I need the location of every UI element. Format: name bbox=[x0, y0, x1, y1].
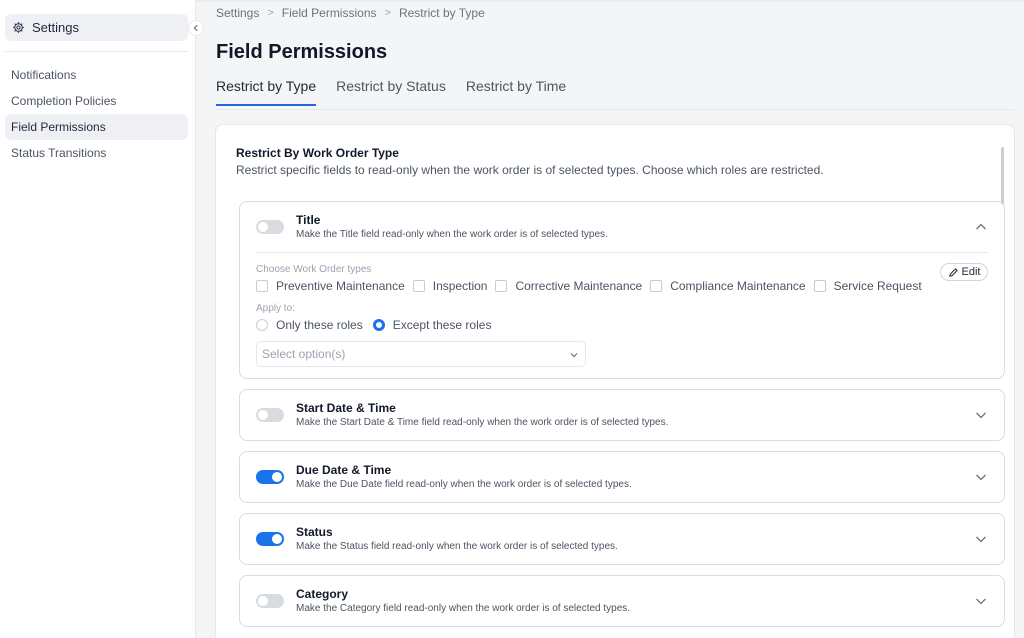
field-row-category[interactable]: Category Make the Category field read-on… bbox=[239, 575, 1005, 627]
field-row-start-date[interactable]: Start Date & Time Make the Start Date & … bbox=[239, 389, 1005, 441]
field-row-status[interactable]: Status Make the Status field read-only w… bbox=[239, 513, 1005, 565]
sidebar-item-notifications[interactable]: Notifications bbox=[5, 62, 188, 88]
restrict-card: Restrict By Work Order Type Restrict spe… bbox=[215, 124, 1015, 638]
gear-icon bbox=[13, 22, 24, 33]
field-toggle-start-date[interactable] bbox=[256, 408, 284, 422]
field-header[interactable]: Title Make the Title field read-only whe… bbox=[240, 202, 1004, 252]
roles-radio-group: Only these roles Except these roles bbox=[256, 318, 501, 332]
field-description: Make the Start Date & Time field read-on… bbox=[296, 417, 669, 428]
chevron-down-icon[interactable] bbox=[974, 408, 988, 422]
card-description: Restrict specific fields to read-only wh… bbox=[236, 163, 824, 177]
breadcrumb-field-permissions[interactable]: Field Permissions bbox=[282, 6, 377, 20]
settings-header[interactable]: Settings bbox=[5, 14, 188, 41]
checkbox-label: Service Request bbox=[833, 279, 922, 293]
field-list: Title Make the Title field read-only whe… bbox=[239, 201, 1005, 637]
page-title: Field Permissions bbox=[216, 41, 388, 63]
field-toggle-due-date[interactable] bbox=[256, 470, 284, 484]
field-title: Start Date & Time bbox=[296, 401, 396, 415]
checkbox[interactable] bbox=[256, 280, 268, 292]
sidebar-item-label: Notifications bbox=[11, 68, 77, 82]
chevron-right-icon: > bbox=[267, 7, 274, 19]
checkbox-service-request[interactable]: Service Request bbox=[813, 279, 922, 293]
field-description: Make the Title field read-only when the … bbox=[296, 229, 608, 240]
field-header[interactable]: Category Make the Category field read-on… bbox=[240, 576, 1004, 626]
breadcrumb-restrict-by-type: Restrict by Type bbox=[398, 6, 485, 20]
types-label: Choose Work Order types bbox=[256, 264, 372, 275]
checkbox[interactable] bbox=[813, 280, 826, 292]
card-title: Restrict By Work Order Type bbox=[236, 146, 399, 160]
field-description: Make the Status field read-only when the… bbox=[296, 541, 618, 552]
tabs-divider bbox=[216, 109, 1014, 110]
checkbox-label: Inspection bbox=[432, 279, 488, 293]
sidebar-nav: Notifications Completion Policies Field … bbox=[5, 62, 188, 166]
radio-circle[interactable] bbox=[372, 319, 385, 331]
checkbox[interactable] bbox=[412, 280, 425, 292]
sidebar-divider bbox=[5, 51, 188, 52]
edit-button[interactable]: Edit bbox=[940, 263, 988, 281]
field-row-due-date[interactable]: Due Date & Time Make the Due Date field … bbox=[239, 451, 1005, 503]
checkbox-label: Corrective Maintenance bbox=[515, 279, 643, 293]
chevron-up-icon[interactable] bbox=[974, 220, 988, 234]
field-description: Make the Due Date field read-only when t… bbox=[296, 479, 632, 490]
radio-label: Except these roles bbox=[392, 318, 492, 332]
field-title: Due Date & Time bbox=[296, 463, 392, 477]
field-expanded-panel: Choose Work Order types Preventive Maint… bbox=[256, 252, 988, 378]
checkbox-corrective-maintenance[interactable]: Corrective Maintenance bbox=[495, 279, 642, 293]
sidebar-item-label: Status Transitions bbox=[11, 146, 107, 160]
checkbox-inspection[interactable]: Inspection bbox=[412, 279, 488, 293]
chevron-down-icon[interactable] bbox=[974, 594, 988, 608]
pencil-icon bbox=[948, 267, 958, 277]
chevron-right-icon: > bbox=[384, 7, 391, 19]
field-description: Make the Category field read-only when t… bbox=[296, 603, 631, 614]
sidebar-item-label: Field Permissions bbox=[11, 120, 106, 134]
tab-restrict-by-type[interactable]: Restrict by Type bbox=[216, 78, 317, 106]
checkbox-preventive-maintenance[interactable]: Preventive Maintenance bbox=[256, 279, 405, 293]
tab-restrict-by-status[interactable]: Restrict by Status bbox=[336, 78, 446, 106]
main-content: Settings > Field Permissions > Restrict … bbox=[196, 0, 1024, 638]
checkbox-label: Compliance Maintenance bbox=[670, 279, 806, 293]
checkbox[interactable] bbox=[495, 280, 508, 292]
sidebar-item-status-transitions[interactable]: Status Transitions bbox=[5, 140, 188, 166]
radio-except-these-roles[interactable]: Except these roles bbox=[372, 318, 492, 332]
edit-label: Edit bbox=[961, 266, 981, 278]
collapse-sidebar-button[interactable] bbox=[188, 20, 204, 36]
radio-circle[interactable] bbox=[256, 319, 268, 331]
field-toggle-title[interactable] bbox=[256, 220, 284, 234]
radio-label: Only these roles bbox=[276, 318, 363, 332]
chevron-left-icon bbox=[193, 24, 198, 32]
roles-select[interactable]: Select option(s) bbox=[256, 341, 586, 367]
chevron-down-icon[interactable] bbox=[974, 532, 988, 546]
sidebar-item-label: Completion Policies bbox=[11, 94, 117, 108]
sidebar-item-field-permissions[interactable]: Field Permissions bbox=[5, 114, 188, 140]
sidebar: Settings Notifications Completion Polici… bbox=[0, 0, 196, 638]
radio-only-these-roles[interactable]: Only these roles bbox=[256, 318, 363, 332]
chevron-down-icon[interactable] bbox=[974, 470, 988, 484]
sidebar-item-completion-policies[interactable]: Completion Policies bbox=[5, 88, 188, 114]
top-strip bbox=[196, 0, 1024, 2]
checkbox[interactable] bbox=[650, 280, 663, 292]
field-title: Status bbox=[296, 525, 333, 539]
field-title: Category bbox=[296, 587, 349, 601]
settings-label: Settings bbox=[32, 20, 79, 35]
select-placeholder: Select option(s) bbox=[262, 347, 346, 361]
field-toggle-status[interactable] bbox=[256, 532, 284, 546]
apply-to-label: Apply to: bbox=[256, 303, 295, 314]
type-checkbox-group: Preventive Maintenance Inspection Correc… bbox=[256, 279, 930, 293]
field-title: Title bbox=[296, 213, 321, 227]
field-header[interactable]: Start Date & Time Make the Start Date & … bbox=[240, 390, 1004, 440]
checkbox-label: Preventive Maintenance bbox=[276, 279, 405, 293]
field-toggle-category[interactable] bbox=[256, 594, 284, 608]
tab-restrict-by-time[interactable]: Restrict by Time bbox=[466, 78, 566, 106]
field-header[interactable]: Due Date & Time Make the Due Date field … bbox=[240, 452, 1004, 502]
chevron-down-icon bbox=[570, 353, 578, 358]
breadcrumb-settings[interactable]: Settings bbox=[216, 6, 259, 20]
field-header[interactable]: Status Make the Status field read-only w… bbox=[240, 514, 1004, 564]
checkbox-compliance-maintenance[interactable]: Compliance Maintenance bbox=[650, 279, 806, 293]
tab-bar: Restrict by Type Restrict by Status Rest… bbox=[216, 78, 566, 106]
breadcrumb: Settings > Field Permissions > Restrict … bbox=[216, 6, 485, 20]
field-row-title: Title Make the Title field read-only whe… bbox=[239, 201, 1005, 379]
